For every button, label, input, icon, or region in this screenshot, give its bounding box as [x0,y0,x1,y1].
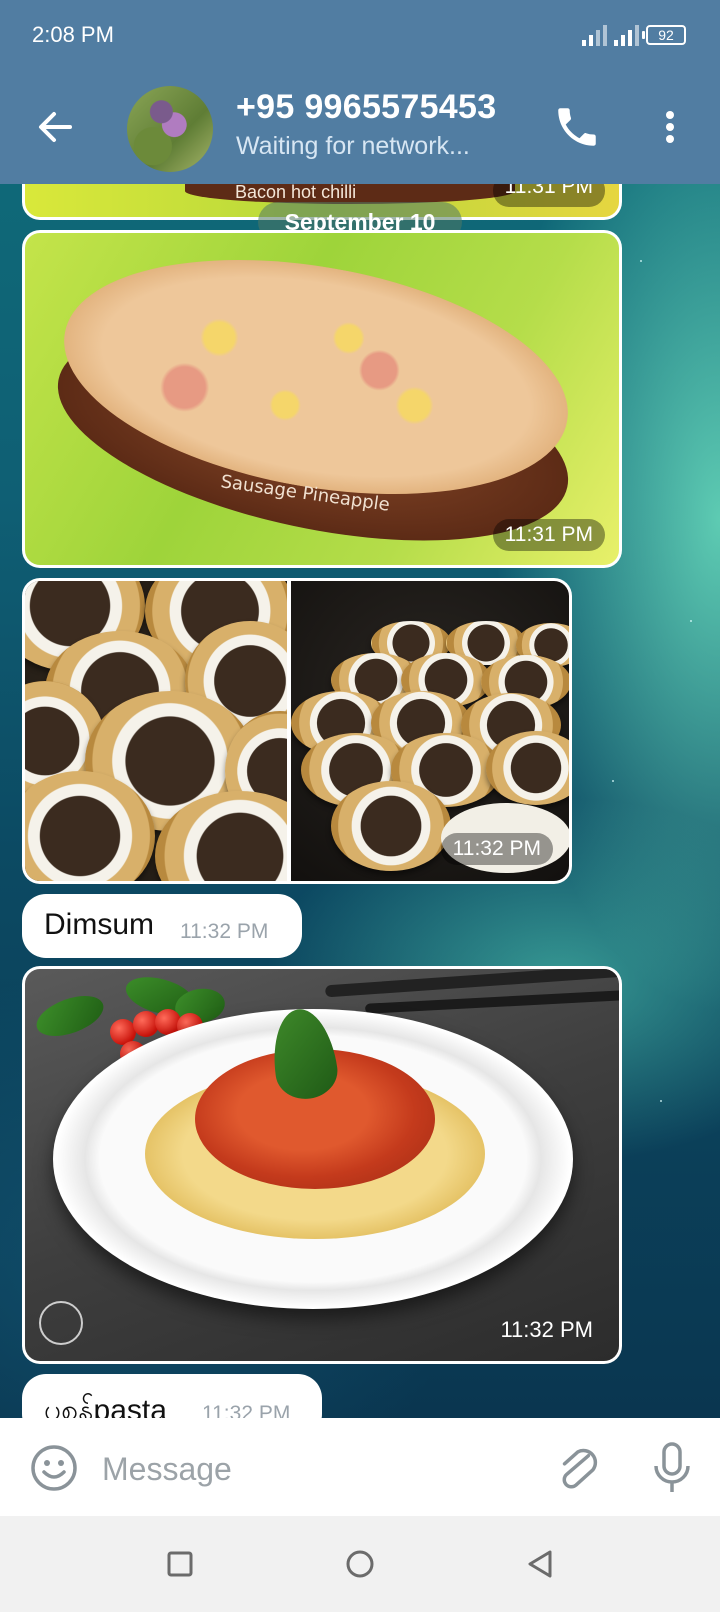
nav-recents-button[interactable] [158,1542,202,1586]
more-menu-button[interactable] [650,102,690,152]
battery-level: 92 [658,27,674,43]
wallpaper-star [690,620,692,622]
back-button[interactable] [30,102,80,152]
message-time: 11:31 PM [492,519,605,551]
call-button[interactable] [552,102,602,152]
signal-icon [614,22,639,46]
circle-icon [346,1550,374,1578]
message-input[interactable] [100,1438,524,1500]
signal-icon [582,22,607,46]
paperclip-icon [562,1448,598,1489]
album-photo-1[interactable] [25,581,287,881]
wallpaper-star [612,780,614,782]
avatar[interactable] [127,86,213,172]
smiley-icon [31,1445,77,1491]
status-bar: 2:08 PM 92 [0,0,720,72]
square-icon [167,1551,193,1577]
system-nav-bar [0,1516,720,1612]
battery-icon: 92 [642,25,686,45]
wallpaper-star [640,260,642,262]
triangle-left-icon [528,1550,552,1578]
chat-header: +95 9965575453 Waiting for network... [0,72,720,184]
microphone-icon [654,1442,690,1492]
photo-sausage-pineapple: Sausage Pineapple 11:31 PM [25,233,619,565]
photo-pasta: 11:32 PM [25,969,619,1361]
contact-name[interactable]: +95 9965575453 [236,88,496,127]
wallpaper-star [660,1100,662,1102]
arrow-left-icon [39,112,72,142]
message-time: 11:32 PM [440,833,553,865]
nav-home-button[interactable] [338,1542,382,1586]
photo-message[interactable]: 11:32 PM [22,966,622,1364]
phone-icon [558,108,596,146]
contact-status: Waiting for network... [236,132,470,160]
status-time: 2:08 PM [32,22,114,47]
photo-message[interactable]: Sausage Pineapple 11:31 PM [22,230,622,568]
message-text: Dimsum [44,908,154,941]
album-photo-2[interactable]: 11:32 PM [291,581,569,881]
photo-caption-text: Bacon hot chilli [235,184,357,202]
message-time: 11:32 PM [500,1317,593,1342]
emoji-button[interactable] [28,1442,80,1494]
nav-back-button[interactable] [518,1542,562,1586]
message-time: 11:31 PM [492,184,605,207]
voice-record-button[interactable] [648,1440,696,1496]
message-composer [0,1418,720,1516]
message-time: 11:32 PM [180,920,269,943]
watermark-logo [39,1301,83,1345]
text-message[interactable]: Dimsum 11:32 PM [22,894,302,958]
attach-button[interactable] [552,1440,602,1496]
dots-vertical-icon [666,111,674,143]
photo-album-message[interactable]: 11:32 PM [22,578,572,884]
